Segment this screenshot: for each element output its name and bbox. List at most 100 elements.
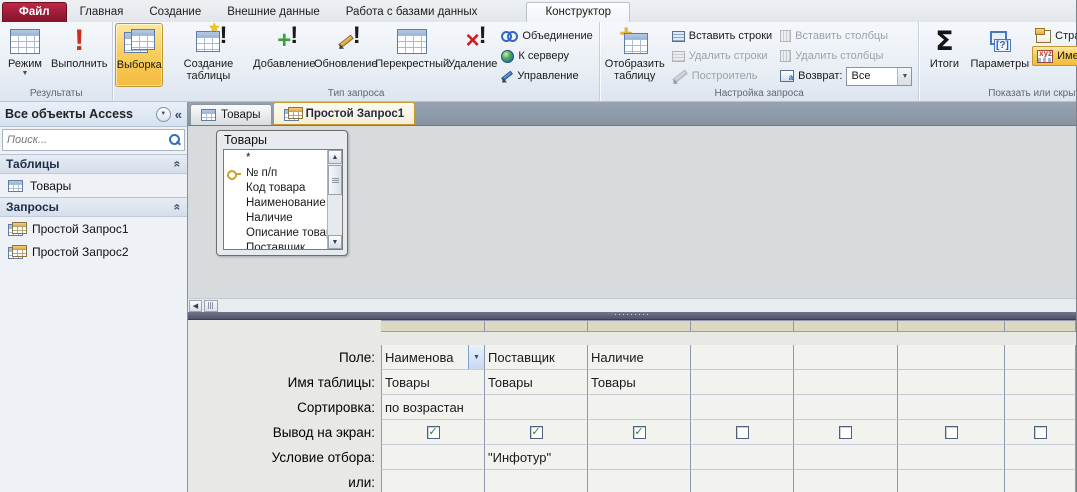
scroll-down-button[interactable]: ▼ — [328, 235, 342, 249]
field-item-asterisk[interactable]: * — [224, 151, 327, 166]
union-button[interactable]: Объединение — [497, 26, 596, 46]
insert-rows-button[interactable]: Вставить строки — [668, 26, 776, 46]
search-icon[interactable] — [167, 133, 181, 147]
return-combobox[interactable]: Все ▼ — [846, 66, 913, 86]
field-item-name[interactable]: Наименование т — [224, 196, 327, 211]
grid-cell-field-5[interactable] — [794, 345, 898, 370]
column-selector[interactable] — [691, 320, 794, 332]
field-item-id[interactable]: № п/п — [224, 166, 327, 181]
grid-cell-field-2[interactable]: Поставщик — [485, 345, 588, 370]
show-checkbox-checked[interactable]: ✓ — [529, 425, 543, 439]
show-checkbox-checked[interactable]: ✓ — [426, 425, 440, 439]
run-button[interactable]: ! Выполнить — [48, 23, 110, 87]
document-tab-tovary[interactable]: Товары — [190, 104, 272, 125]
sidebar-item-query1[interactable]: Простой Запрос1 — [0, 217, 187, 240]
field-item-availability[interactable]: Наличие — [224, 211, 327, 226]
grid-cell-or-4[interactable] — [691, 470, 794, 492]
grid-cell-criteria-2[interactable]: "Инфотур" — [485, 445, 588, 470]
column-selector[interactable] — [898, 320, 1005, 332]
grid-cell-or-1[interactable] — [381, 470, 485, 492]
grid-cell-criteria-7[interactable] — [1005, 445, 1076, 470]
grid-cell-table-3[interactable]: Товары — [588, 370, 691, 395]
grid-cell-field-3[interactable]: Наличие — [588, 345, 691, 370]
crosstab-button[interactable]: Перекрестный — [375, 23, 449, 87]
scroll-left-button[interactable]: ◀ — [189, 299, 202, 312]
parameters-button[interactable]: Параметры — [967, 23, 1032, 87]
grid-cell-table-7[interactable] — [1005, 370, 1076, 395]
totals-button[interactable]: Σ Итоги — [921, 23, 967, 87]
section-queries[interactable]: Запросы « — [0, 197, 187, 217]
grid-cell-table-6[interactable] — [898, 370, 1005, 395]
column-selector[interactable] — [485, 320, 588, 332]
grid-cell-sort-6[interactable] — [898, 395, 1005, 420]
nav-menu-dropdown-button[interactable]: ▼ — [155, 106, 171, 122]
grid-cell-table-2[interactable]: Товары — [485, 370, 588, 395]
append-button[interactable]: +! Добавление — [253, 23, 315, 87]
scroll-thumb[interactable] — [204, 299, 218, 312]
grid-cell-criteria-4[interactable] — [691, 445, 794, 470]
table-names-button[interactable]: Имена таблиц — [1032, 46, 1077, 66]
return-dropdown-button[interactable]: ▼ — [897, 67, 912, 85]
column-selector[interactable] — [381, 320, 485, 332]
grid-cell-field-7[interactable] — [1005, 345, 1076, 370]
select-query-button[interactable]: Выборка — [115, 23, 164, 87]
grid-cell-table-4[interactable] — [691, 370, 794, 395]
grid-cell-sort-3[interactable] — [588, 395, 691, 420]
view-dropdown-arrow[interactable]: ▼ — [22, 70, 29, 77]
grid-cell-criteria-1[interactable] — [381, 445, 485, 470]
pane-splitter[interactable]: ········· — [188, 310, 1076, 319]
grid-cell-sort-5[interactable] — [794, 395, 898, 420]
grid-cell-or-6[interactable] — [898, 470, 1005, 492]
show-checkbox-unchecked[interactable] — [944, 425, 958, 439]
grid-cell-field-1[interactable]: Наименова ▼ — [381, 345, 485, 370]
scroll-up-button[interactable]: ▲ — [328, 150, 342, 164]
sidebar-item-tovary[interactable]: Товары — [0, 174, 187, 197]
field-list-scrollbar[interactable]: ▲ ▼ — [327, 150, 342, 249]
update-button[interactable]: ! Обновление — [314, 23, 378, 87]
show-checkbox-unchecked[interactable] — [839, 425, 852, 439]
column-selector[interactable] — [588, 320, 691, 332]
pass-through-button[interactable]: К серверу — [497, 46, 596, 66]
column-selector[interactable] — [1005, 320, 1076, 332]
property-sheet-button[interactable]: Страница свойств — [1032, 26, 1077, 46]
tab-external-data[interactable]: Внешние данные — [214, 3, 332, 22]
grid-cell-table-5[interactable] — [794, 370, 898, 395]
show-table-button[interactable]: + Отобразить таблицу — [602, 21, 668, 87]
field-item-code[interactable]: Код товара — [224, 181, 327, 196]
shutter-bar-close-icon[interactable]: « — [175, 107, 182, 122]
show-checkbox-unchecked[interactable] — [1033, 425, 1047, 439]
field-list-tovary[interactable]: Товары * № п/п Код товара Наименование т… — [216, 130, 348, 256]
section-tables[interactable]: Таблицы « — [0, 154, 187, 174]
grid-cell-sort-7[interactable] — [1005, 395, 1076, 420]
tab-database-tools[interactable]: Работа с базами данных — [333, 3, 491, 22]
grid-cell-or-2[interactable] — [485, 470, 588, 492]
grid-cell-sort-1[interactable]: по возрастан — [381, 395, 485, 420]
tab-design[interactable]: Конструктор — [526, 2, 631, 22]
grid-cell-table-1[interactable]: Товары — [381, 370, 485, 395]
data-definition-button[interactable]: Управление — [497, 66, 596, 86]
grid-cell-field-6[interactable] — [898, 345, 1005, 370]
grid-cell-sort-2[interactable] — [485, 395, 588, 420]
scroll-thumb[interactable] — [328, 165, 342, 195]
show-checkbox-unchecked[interactable] — [735, 425, 749, 439]
make-table-button[interactable]: ★! Создание таблицы — [163, 20, 254, 87]
grid-cell-or-5[interactable] — [794, 470, 898, 492]
grid-cell-or-3[interactable] — [588, 470, 691, 492]
grid-cell-sort-4[interactable] — [691, 395, 794, 420]
field-dropdown-button[interactable]: ▼ — [468, 345, 484, 369]
sidebar-item-query2[interactable]: Простой Запрос2 — [0, 240, 187, 263]
field-item-supplier[interactable]: Поставщик — [224, 241, 327, 249]
tab-home[interactable]: Главная — [67, 3, 137, 22]
delete-query-button[interactable]: ×! Удаление — [448, 23, 498, 87]
document-tab-query1[interactable]: Простой Запрос1 — [272, 102, 416, 125]
collapse-queries-icon[interactable]: « — [171, 204, 185, 211]
grid-cell-or-7[interactable] — [1005, 470, 1076, 492]
view-button[interactable]: Режим ▼ — [2, 23, 48, 87]
tab-create[interactable]: Создание — [136, 3, 214, 22]
column-selector[interactable] — [794, 320, 898, 332]
field-item-description[interactable]: Описание товар — [224, 226, 327, 241]
collapse-tables-icon[interactable]: « — [171, 161, 185, 168]
grid-cell-criteria-5[interactable] — [794, 445, 898, 470]
search-input[interactable] — [3, 134, 167, 146]
tab-file[interactable]: Файл — [2, 2, 67, 22]
